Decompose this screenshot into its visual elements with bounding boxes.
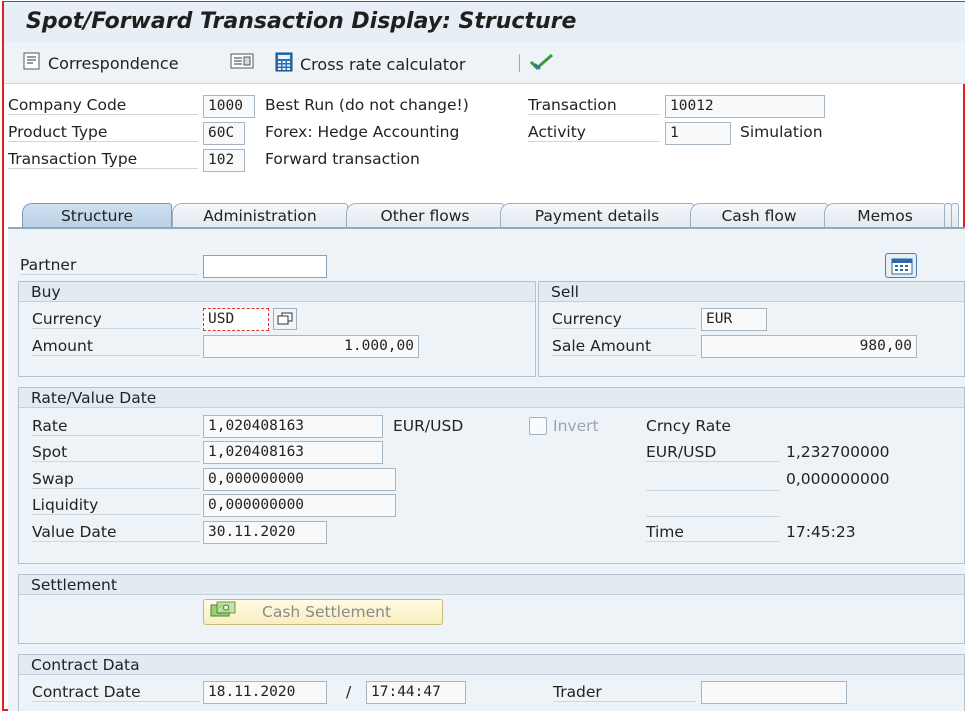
crncy-rate-value: 1,232700000 <box>786 443 890 461</box>
trader-label: Trader <box>553 683 696 702</box>
sell-group-title: Sell <box>539 282 964 302</box>
spot-field[interactable]: 1,020408163 <box>203 441 383 464</box>
spot-label: Spot <box>32 443 200 462</box>
contract-data-group-title: Contract Data <box>19 655 964 675</box>
sell-amount-label: Sale Amount <box>552 337 696 356</box>
rate-label: Rate <box>32 417 200 436</box>
invert-checkbox[interactable] <box>529 417 547 435</box>
partner-field[interactable] <box>203 255 327 278</box>
tab-overflow-2[interactable] <box>951 203 959 228</box>
cash-icon <box>210 601 236 623</box>
buy-amount-field[interactable]: 1.000,00 <box>203 335 419 358</box>
tab-structure[interactable]: Structure <box>22 203 172 228</box>
activity-text: Simulation <box>740 123 823 141</box>
company-code-field[interactable]: 1000 <box>203 95 255 118</box>
tab-memos[interactable]: Memos <box>824 203 946 228</box>
liquidity-label: Liquidity <box>32 496 200 515</box>
check-button[interactable] <box>528 52 556 76</box>
cash-settlement-label: Cash Settlement <box>262 603 392 621</box>
activity-label: Activity <box>528 123 660 142</box>
check-icon <box>528 52 556 76</box>
time-label: Time <box>646 523 780 542</box>
transaction-type-label: Transaction Type <box>8 150 198 169</box>
document-icon <box>22 52 42 74</box>
product-type-label: Product Type <box>8 123 198 142</box>
cross-rate-calculator-button[interactable]: Cross rate calculator <box>274 52 465 76</box>
partner-label: Partner <box>20 256 198 275</box>
rate-field[interactable]: 1,020408163 <box>203 415 383 438</box>
swap-field[interactable]: 0,000000000 <box>203 468 396 491</box>
correspondence-button[interactable]: Correspondence <box>22 52 179 74</box>
application-toolbar: Correspondence Cross rate calculator <box>4 42 965 84</box>
window-title: Spot/Forward Transaction Display: Struct… <box>26 9 577 34</box>
tab-administration[interactable]: Administration <box>172 203 348 228</box>
tab-strip: Structure Administration Other flows Pay… <box>8 200 965 228</box>
time-value: 17:45:23 <box>786 523 856 541</box>
trader-field[interactable] <box>701 681 847 704</box>
invert-label: Invert <box>553 417 599 435</box>
tab-other-flows[interactable]: Other flows <box>346 203 504 228</box>
liquidity-field[interactable]: 0,000000000 <box>203 494 396 517</box>
cross-rate-label: Cross rate calculator <box>300 54 466 74</box>
rate-value-group-title: Rate/Value Date <box>19 388 964 408</box>
value-date-field[interactable]: 30.11.2020 <box>203 521 327 544</box>
company-code-label: Company Code <box>8 96 198 115</box>
transaction-type-text: Forward transaction <box>265 150 420 168</box>
title-bar: Spot/Forward Transaction Display: Struct… <box>4 2 965 42</box>
details-icon <box>230 52 254 74</box>
sell-currency-field[interactable]: EUR <box>701 308 767 331</box>
copy-button[interactable] <box>273 308 297 330</box>
crncy-empty-label-2 <box>646 496 780 517</box>
contract-separator: / <box>346 683 352 701</box>
transaction-label: Transaction <box>528 96 660 115</box>
calendar-icon <box>891 257 913 279</box>
buy-currency-label: Currency <box>32 310 200 329</box>
contract-date-field[interactable]: 18.11.2020 <box>203 681 327 704</box>
sell-amount-field[interactable]: 980,00 <box>701 335 917 358</box>
crncy-pair-label: EUR/USD <box>646 443 780 462</box>
product-type-field[interactable]: 60C <box>203 122 245 145</box>
sell-currency-label: Currency <box>552 310 696 329</box>
settlement-group: Settlement <box>18 574 965 644</box>
buy-currency-field[interactable]: USD <box>203 308 269 331</box>
details-button[interactable] <box>230 52 254 74</box>
calendar-button[interactable] <box>885 253 917 278</box>
crncy-rate-label: Crncy Rate <box>646 417 731 435</box>
company-code-text: Best Run (do not change!) <box>265 96 469 114</box>
crncy-rate-value-2: 0,000000000 <box>786 470 890 488</box>
transaction-type-field[interactable]: 102 <box>203 149 245 172</box>
copy-icon <box>277 312 293 330</box>
tab-cash-flow[interactable]: Cash flow <box>690 203 828 228</box>
buy-amount-label: Amount <box>32 337 200 356</box>
activity-field[interactable]: 1 <box>665 122 731 145</box>
contract-date-label: Contract Date <box>32 683 200 702</box>
calculator-icon <box>274 52 294 76</box>
product-type-text: Forex: Hedge Accounting <box>265 123 460 141</box>
contract-time-field[interactable]: 17:44:47 <box>366 681 466 704</box>
settlement-group-title: Settlement <box>19 575 964 595</box>
swap-label: Swap <box>32 470 200 489</box>
toolbar-separator <box>519 54 520 72</box>
correspondence-label: Correspondence <box>48 53 179 73</box>
transaction-field[interactable]: 10012 <box>665 95 825 118</box>
crncy-empty-label <box>646 470 780 491</box>
rate-unit: EUR/USD <box>393 417 464 435</box>
value-date-label: Value Date <box>32 523 200 542</box>
cash-settlement-button[interactable]: Cash Settlement <box>203 599 443 625</box>
buy-group-title: Buy <box>19 282 535 302</box>
tab-payment-details[interactable]: Payment details <box>500 203 694 228</box>
